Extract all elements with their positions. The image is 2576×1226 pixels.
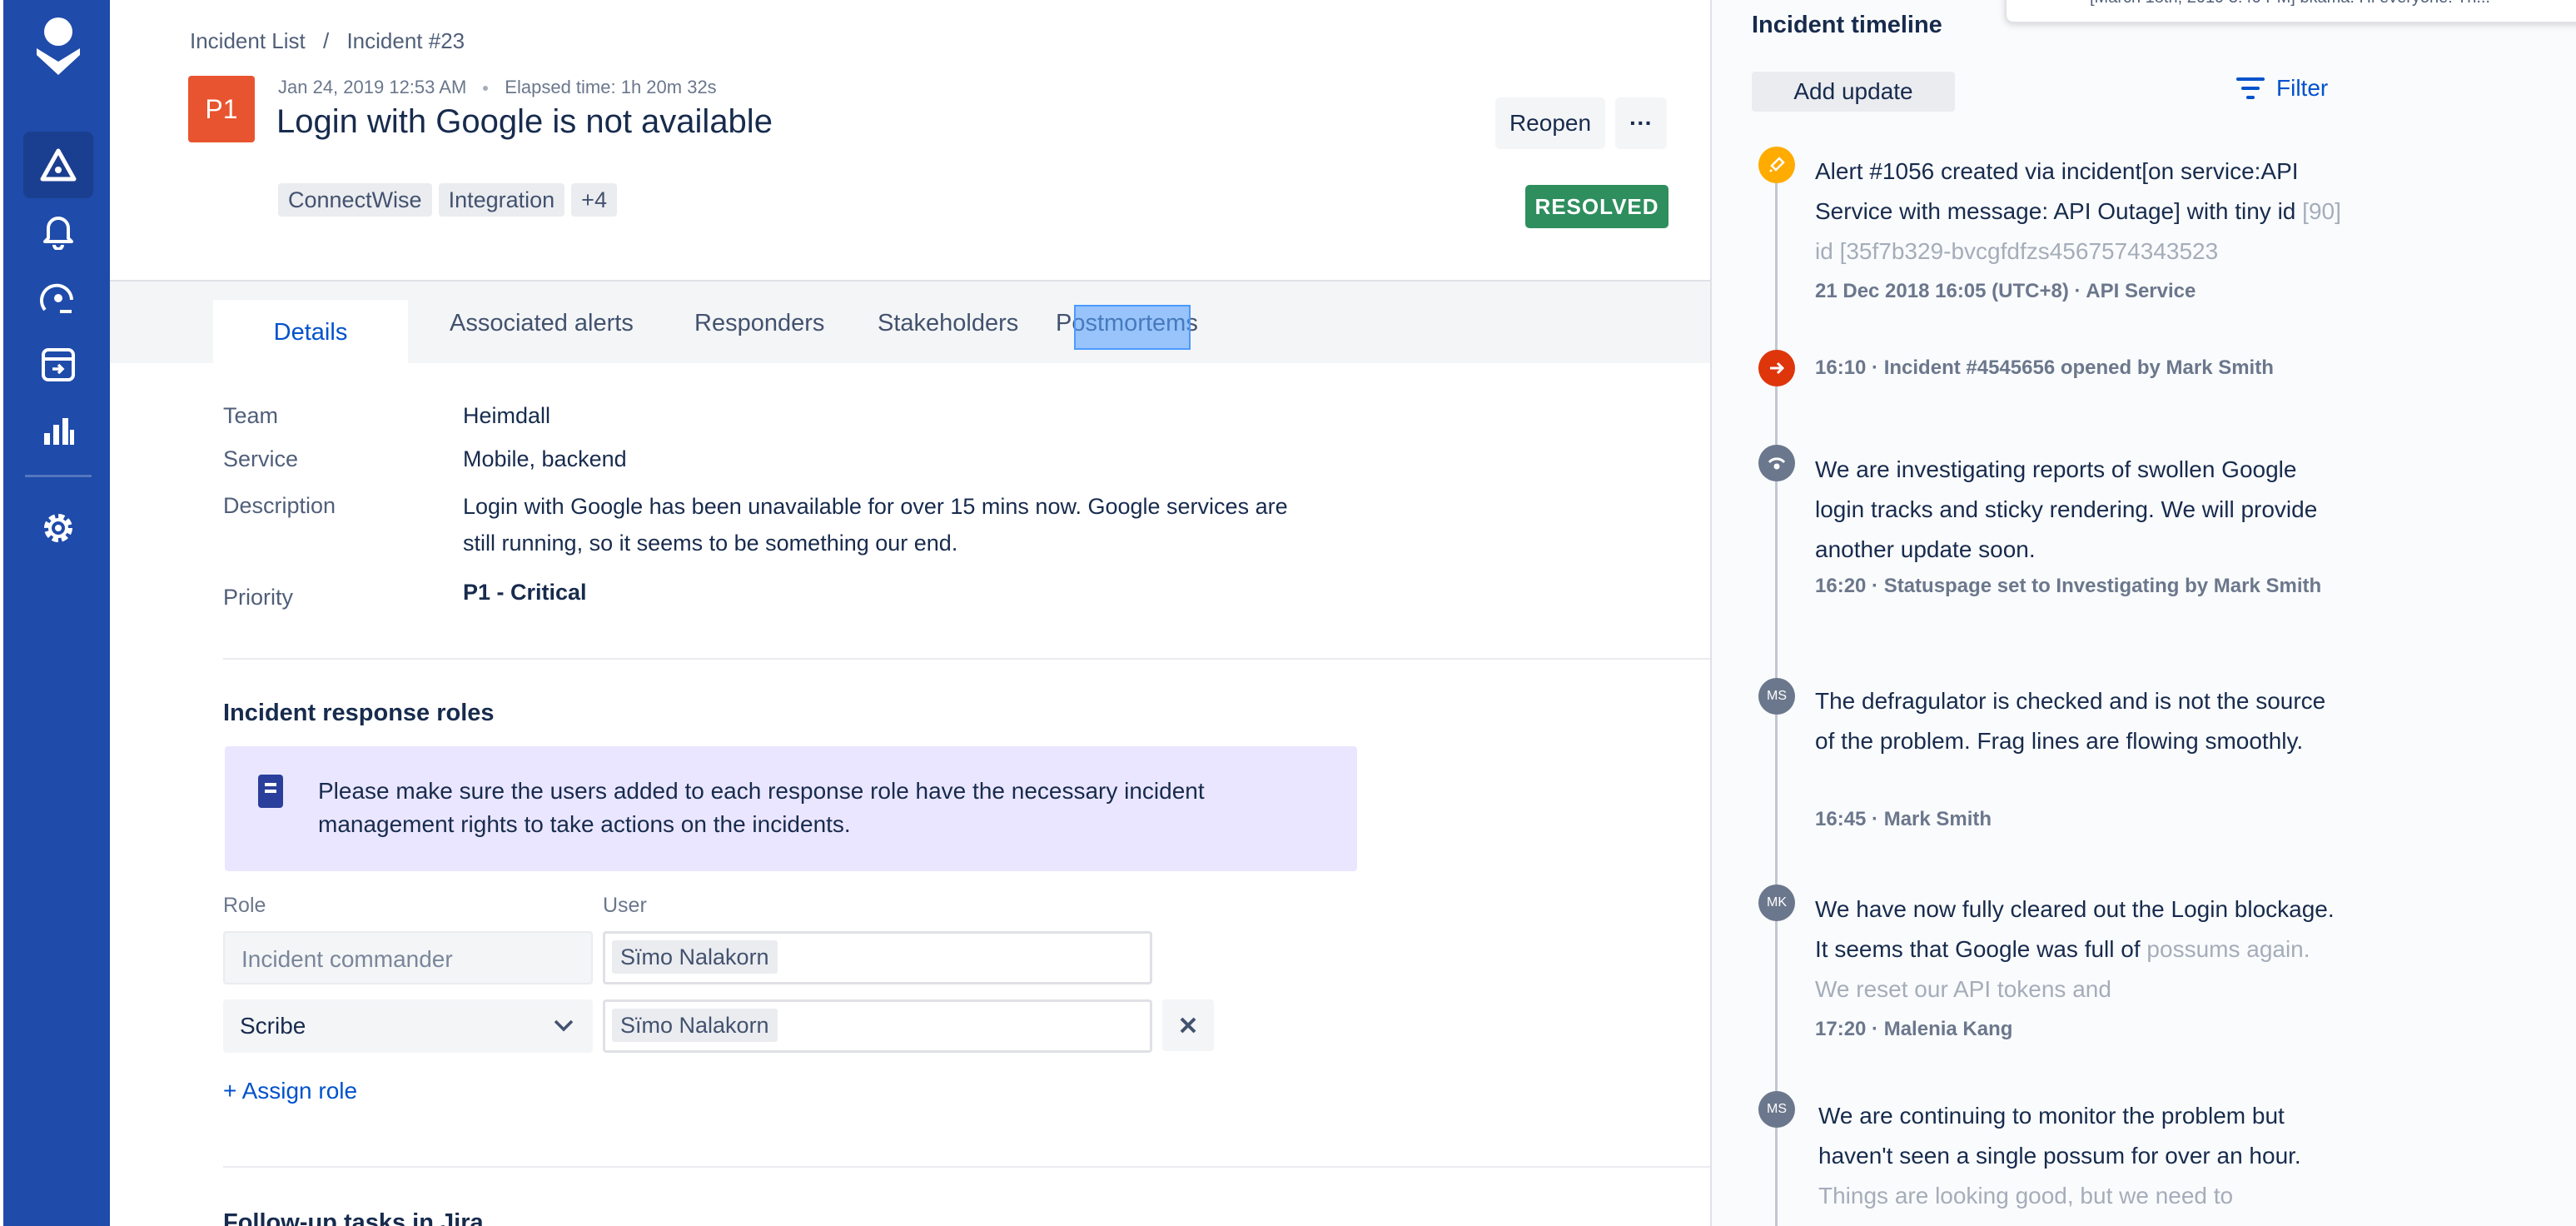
meta-dot [483, 86, 489, 92]
statuspage-icon [1758, 445, 1795, 481]
breadcrumb: Incident List / Incident #23 [190, 28, 476, 54]
tag-list: ConnectWise Integration +4 [278, 183, 617, 217]
status-badge: RESOLVED [1525, 185, 1668, 228]
tab-details[interactable]: Details [213, 300, 408, 365]
avatar[interactable]: MK [1758, 885, 1795, 921]
chevron-down-icon [554, 1019, 574, 1032]
note-icon [258, 775, 283, 808]
user-column-label: User [603, 894, 647, 917]
filter-button[interactable]: Filter [2236, 75, 2328, 102]
global-nav [0, 0, 110, 1226]
nav-separator [25, 475, 92, 477]
roles-section-title: Incident response roles [223, 700, 495, 726]
timeline-title: Incident timeline [1752, 12, 1942, 38]
user-chip[interactable]: Sïmo Nalakorn [612, 1009, 778, 1042]
timeline-text-faded: Things are looking good, but we need to [1818, 1183, 2234, 1209]
timeline-item-text: The defragulator is checked and is not t… [1815, 688, 2326, 754]
elapsed-value: 1h 20m 32s [620, 77, 717, 97]
service-value: Mobile, backend [463, 446, 627, 471]
tab-associated-alerts[interactable]: Associated alerts [450, 282, 634, 365]
priority-value: P1 - Critical [463, 580, 587, 605]
opsgenie-logo-icon[interactable] [23, 13, 93, 80]
analytics-icon[interactable] [23, 398, 93, 465]
timeline-text-visible: We are continuing to monitor the problem… [1818, 1103, 2301, 1169]
assign-role-link[interactable]: + Assign role [223, 1078, 357, 1104]
timeline-item-meta: 17:20 · Malenia Kang [1815, 1018, 2013, 1040]
incident-date: Jan 24, 2019 12:53 AM [278, 77, 467, 97]
team-value: Heimdall [463, 403, 551, 428]
info-banner: Please make sure the users added to each… [225, 746, 1357, 871]
close-icon [1180, 1017, 1196, 1034]
role-field-incident-commander: Incident commander [223, 931, 593, 984]
info-banner-text: Please make sure the users added to each… [318, 778, 1205, 837]
followup-section-title: Follow-up tasks in Jira [223, 1209, 484, 1226]
description-value: Login with Google has been unavailable f… [463, 494, 1288, 556]
description-label: Description [223, 493, 336, 518]
incident-detail: Incident List / Incident #23 P1 Jan 24, … [110, 0, 1710, 1226]
settings-gear-icon[interactable] [23, 495, 93, 561]
on-call-icon[interactable] [23, 265, 93, 331]
section-divider [223, 1166, 1710, 1168]
filter-label: Filter [2276, 75, 2329, 101]
timeline-item-meta: 21 Dec 2018 16:05 (UTC+8) · API Service [1815, 280, 2196, 302]
services-icon[interactable] [23, 331, 93, 398]
timeline-item-meta: 16:45 · Mark Smith [1815, 808, 1992, 830]
reopen-button[interactable]: Reopen [1495, 97, 1605, 149]
user-picker[interactable]: Sïmo Nalakorn [603, 931, 1152, 984]
alerts-bell-icon[interactable] [23, 198, 93, 265]
incident-opened-arrow-icon [1758, 350, 1795, 386]
chat-notification-toast[interactable]: [March 18th, 2019 3:40 PM] bkama: Hi eve… [2005, 0, 2576, 23]
user-picker[interactable]: Sïmo Nalakorn [603, 999, 1152, 1053]
tab-stakeholders[interactable]: Stakeholders [878, 282, 1018, 365]
tab-responders[interactable]: Responders [694, 282, 824, 365]
role-column-label: Role [223, 894, 266, 917]
timeline-item-meta: 16:10 · Incident #4545656 opened by Mark… [1815, 356, 2274, 379]
breadcrumb-current[interactable]: Incident #23 [346, 28, 465, 53]
filter-icon [2236, 77, 2265, 99]
breadcrumb-separator: / [322, 28, 330, 53]
timeline-item-text: We are investigating reports of swollen … [1815, 456, 2318, 562]
service-label: Service [223, 446, 299, 471]
role-select-scribe[interactable]: Scribe [223, 999, 593, 1053]
timeline-item-text: We are continuing to monitor the problem… [1818, 1096, 2351, 1226]
timeline-item-text: We have now fully cleared out the Login … [1815, 890, 2348, 1009]
remove-role-button[interactable] [1162, 999, 1214, 1051]
incident-timeline-panel: [March 18th, 2019 3:40 PM] bkama: Hi eve… [1712, 0, 2576, 1226]
page-title: Login with Google is not available [276, 103, 773, 140]
app-window: Incident List / Incident #23 P1 Jan 24, … [0, 0, 2576, 1226]
priority-badge: P1 [188, 76, 255, 142]
team-label: Team [223, 403, 279, 428]
text-selection-highlight [1074, 305, 1191, 350]
tab-bar: Details Associated alerts Responders Sta… [110, 280, 1710, 365]
avatar[interactable]: MS [1758, 678, 1795, 715]
role-select-value: Scribe [240, 1013, 306, 1039]
tag[interactable]: ConnectWise [278, 183, 432, 217]
alert-rocket-icon [1758, 147, 1795, 183]
elapsed-label: Elapsed time: [505, 77, 616, 97]
timeline-text-visible: Alert #1056 created via incident[on serv… [1815, 158, 2299, 224]
add-update-button[interactable]: Add update [1752, 72, 1955, 112]
priority-label: Priority [223, 585, 294, 610]
timeline-item-text: Alert #1056 created via incident[on serv… [1815, 152, 2348, 272]
breadcrumb-incident-list[interactable]: Incident List [190, 28, 306, 53]
section-divider [223, 658, 1710, 660]
incidents-icon[interactable] [23, 132, 93, 198]
avatar[interactable]: MS [1758, 1091, 1795, 1128]
tag[interactable]: Integration [438, 183, 565, 217]
timeline-item-meta: 16:20 · Statuspage set to Investigating … [1815, 575, 2322, 597]
incident-meta: Jan 24, 2019 12:53 AM Elapsed time: 1h 20… [278, 77, 717, 98]
more-actions-button[interactable]: ··· [1615, 97, 1667, 149]
user-chip[interactable]: Sïmo Nalakorn [612, 940, 778, 974]
tag-more[interactable]: +4 [571, 183, 617, 217]
